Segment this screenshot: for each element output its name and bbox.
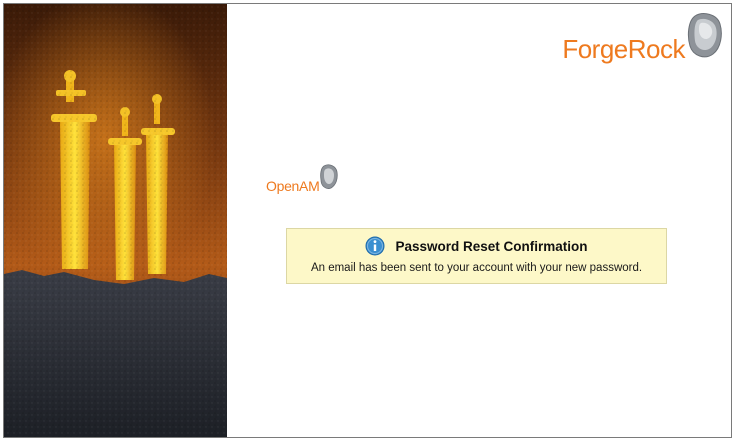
notice-title: Password Reset Confirmation (395, 238, 588, 254)
page-frame: ForgeRock OpenAM Password Reset Confirma… (3, 3, 732, 438)
swords-in-rock-image (4, 4, 227, 437)
notice-header: Password Reset Confirmation (287, 236, 666, 256)
forgerock-logo: ForgeRock (562, 12, 723, 68)
openam-rock-icon (320, 164, 339, 195)
notice-message: An email has been sent to your account w… (310, 262, 643, 274)
openam-wordmark: OpenAM (266, 178, 320, 194)
openam-logo: OpenAM (266, 164, 339, 195)
forgerock-rock-icon (687, 12, 723, 65)
password-reset-notice: Password Reset Confirmation An email has… (286, 228, 667, 284)
forgerock-wordmark: ForgeRock (562, 34, 685, 64)
info-icon (365, 236, 385, 256)
